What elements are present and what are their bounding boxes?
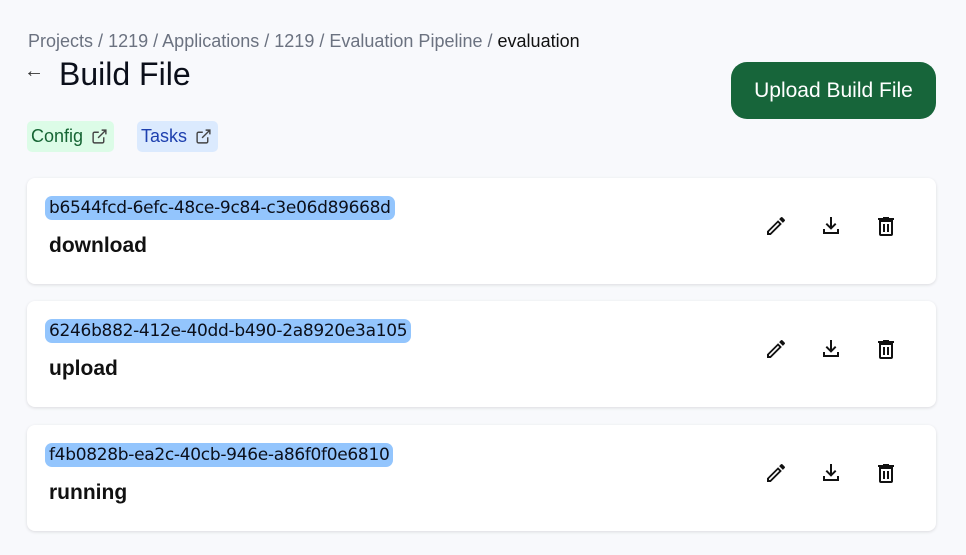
- breadcrumb-separator: /: [98, 31, 104, 51]
- trash-icon[interactable]: [874, 214, 898, 238]
- external-link-icon: [92, 129, 107, 144]
- download-icon[interactable]: [819, 461, 843, 485]
- build-file-id: b6544fcd-6efc-48ce-9c84-c3e06d89668d: [45, 196, 395, 220]
- build-file-actions: [764, 214, 898, 238]
- build-file-id: 6246b882-412e-40dd-b490-2a8920e3a105: [45, 319, 412, 343]
- tasks-link[interactable]: Tasks: [137, 121, 219, 152]
- breadcrumb: Projects / 1219 / Applications / 1219 / …: [28, 31, 580, 52]
- breadcrumb-project-id[interactable]: 1219: [108, 31, 148, 51]
- edit-pencil-icon[interactable]: [764, 461, 788, 485]
- breadcrumb-current: evaluation: [497, 31, 580, 51]
- breadcrumb-separator: /: [264, 31, 270, 51]
- breadcrumb-separator: /: [319, 31, 325, 51]
- build-file-actions: [764, 461, 898, 485]
- download-icon[interactable]: [819, 337, 843, 361]
- build-file-actions: [764, 337, 898, 361]
- build-file-name: upload: [49, 357, 118, 380]
- config-label: Config: [31, 126, 84, 146]
- config-link[interactable]: Config: [27, 121, 115, 152]
- build-file-card: f4b0828b-ea2c-40cb-946e-a86f0f0e6810 run…: [27, 425, 936, 531]
- edit-pencil-icon[interactable]: [764, 214, 788, 238]
- build-file-card: 6246b882-412e-40dd-b490-2a8920e3a105 upl…: [27, 301, 936, 407]
- build-file-card: b6544fcd-6efc-48ce-9c84-c3e06d89668d dow…: [27, 178, 936, 284]
- trash-icon[interactable]: [874, 337, 898, 361]
- breadcrumb-separator: /: [487, 31, 493, 51]
- edit-pencil-icon[interactable]: [764, 337, 788, 361]
- upload-build-file-button[interactable]: Upload Build File: [731, 62, 936, 119]
- build-file-name: running: [49, 481, 128, 504]
- trash-icon[interactable]: [874, 461, 898, 485]
- build-file-name: download: [49, 234, 147, 257]
- download-icon[interactable]: [819, 214, 843, 238]
- breadcrumb-projects[interactable]: Projects: [28, 31, 93, 51]
- build-file-id: f4b0828b-ea2c-40cb-946e-a86f0f0e6810: [45, 443, 394, 467]
- external-link-icon: [196, 129, 211, 144]
- breadcrumb-applications[interactable]: Applications: [162, 31, 259, 51]
- breadcrumb-evaluation-pipeline[interactable]: Evaluation Pipeline: [329, 31, 482, 51]
- back-arrow-icon[interactable]: ←: [24, 60, 44, 83]
- tasks-label: Tasks: [141, 126, 188, 146]
- page-title: Build File: [59, 56, 191, 92]
- breadcrumb-application-id[interactable]: 1219: [274, 31, 314, 51]
- breadcrumb-separator: /: [153, 31, 159, 51]
